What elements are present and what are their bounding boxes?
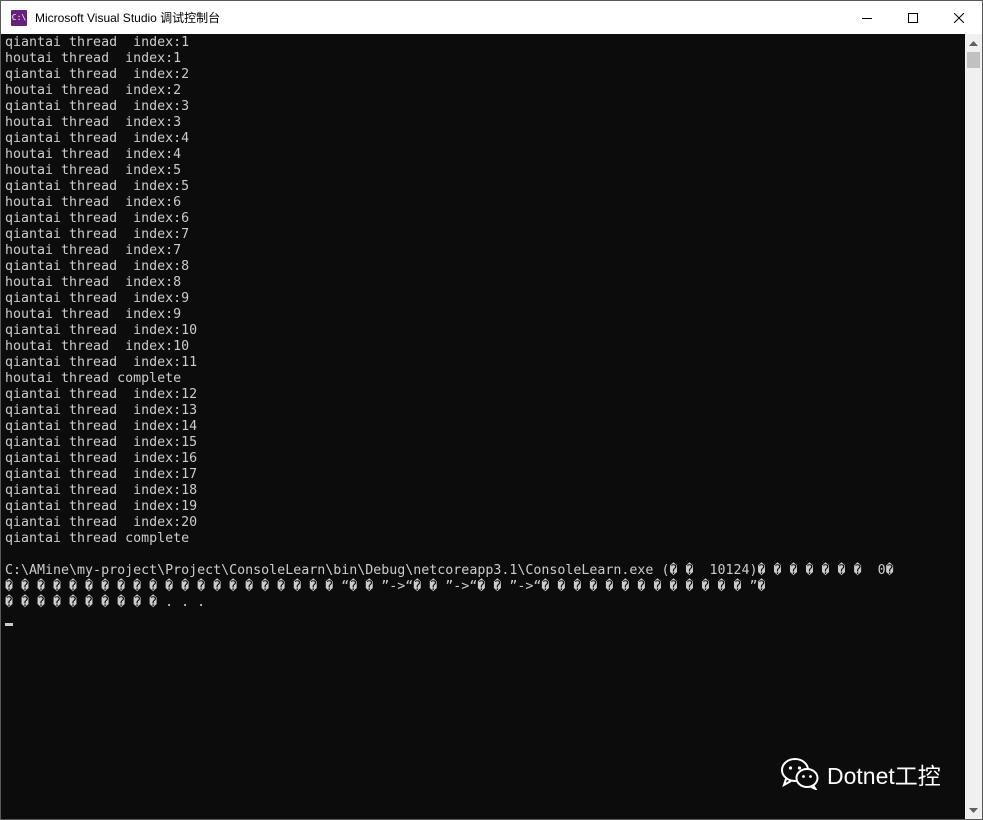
- console-line: qiantai thread index:16: [5, 451, 198, 466]
- console-line: houtai thread index:10: [5, 339, 190, 354]
- visual-studio-console-icon: C:\: [11, 9, 27, 26]
- scroll-up-button[interactable]: [965, 34, 982, 51]
- text-cursor: [5, 623, 13, 626]
- console-line: qiantai thread index:9: [5, 291, 190, 306]
- console-line: houtai thread index:9: [5, 307, 182, 322]
- maximize-icon: [908, 12, 918, 23]
- wechat-icon: [781, 758, 819, 790]
- console-line: houtai thread index:1: [5, 51, 182, 66]
- console-lines: qiantai thread index:1 houtai thread inde…: [5, 35, 963, 611]
- console-line: qiantai thread index:11: [5, 355, 198, 370]
- console-line: houtai thread index:5: [5, 163, 182, 178]
- title-bar[interactable]: C:\ Microsoft Visual Studio 调试控制台: [1, 1, 982, 34]
- console-line: houtai thread index:3: [5, 115, 182, 130]
- console-line: qiantai thread index:8: [5, 259, 190, 274]
- console-line: houtai thread complete: [5, 371, 182, 386]
- window-title: Microsoft Visual Studio 调试控制台: [35, 11, 221, 25]
- console-line: qiantai thread index:2: [5, 67, 190, 82]
- console-line: C:\AMine\my-project\Project\ConsoleLearn…: [5, 563, 894, 578]
- close-button[interactable]: [936, 1, 982, 34]
- console-line: houtai thread index:6: [5, 195, 182, 210]
- chevron-up-icon: [969, 40, 978, 46]
- console-line: houtai thread index:2: [5, 83, 182, 98]
- console-line: qiantai thread index:20: [5, 515, 198, 530]
- scrollbar-thumb[interactable]: [967, 52, 980, 68]
- console-output[interactable]: qiantai thread index:1 houtai thread inde…: [5, 35, 963, 817]
- console-line: qiantai thread complete: [5, 531, 190, 546]
- maximize-button[interactable]: [890, 1, 936, 34]
- console-line: qiantai thread index:18: [5, 483, 198, 498]
- console-line: qiantai thread index:3: [5, 99, 190, 114]
- console-line: qiantai thread index:19: [5, 499, 198, 514]
- chevron-down-icon: [969, 807, 978, 813]
- watermark-text: Dotnet工控: [827, 763, 941, 789]
- console-line: qiantai thread index:14: [5, 419, 198, 434]
- scroll-down-button[interactable]: [965, 802, 982, 819]
- vertical-scrollbar[interactable]: [965, 34, 982, 819]
- console-line: qiantai thread index:15: [5, 435, 198, 450]
- console-line: qiantai thread index:7: [5, 227, 190, 242]
- console-line: qiantai thread index:6: [5, 211, 190, 226]
- console-line: qiantai thread index:17: [5, 467, 198, 482]
- console-line: � � � � � � � � � � � � � � � � � � � � …: [5, 579, 766, 594]
- minimize-icon: [862, 17, 872, 19]
- console-line: qiantai thread index:1: [5, 35, 190, 50]
- console-line: qiantai thread index:10: [5, 323, 198, 338]
- console-line: houtai thread index:8: [5, 275, 182, 290]
- console-line: qiantai thread index:4: [5, 131, 190, 146]
- console-window: C:\ Microsoft Visual Studio 调试控制台 qianta…: [0, 0, 983, 820]
- console-line: houtai thread index:7: [5, 243, 182, 258]
- console-line: houtai thread index:4: [5, 147, 182, 162]
- console-line: qiantai thread index:12: [5, 387, 198, 402]
- watermark: Dotnet工控: [781, 757, 941, 791]
- console-line: � � � � � � � � � � . . .: [5, 595, 206, 610]
- window-controls: [844, 1, 982, 34]
- close-icon: [954, 12, 964, 23]
- minimize-button[interactable]: [844, 1, 890, 34]
- console-line: qiantai thread index:13: [5, 403, 198, 418]
- console-line: qiantai thread index:5: [5, 179, 190, 194]
